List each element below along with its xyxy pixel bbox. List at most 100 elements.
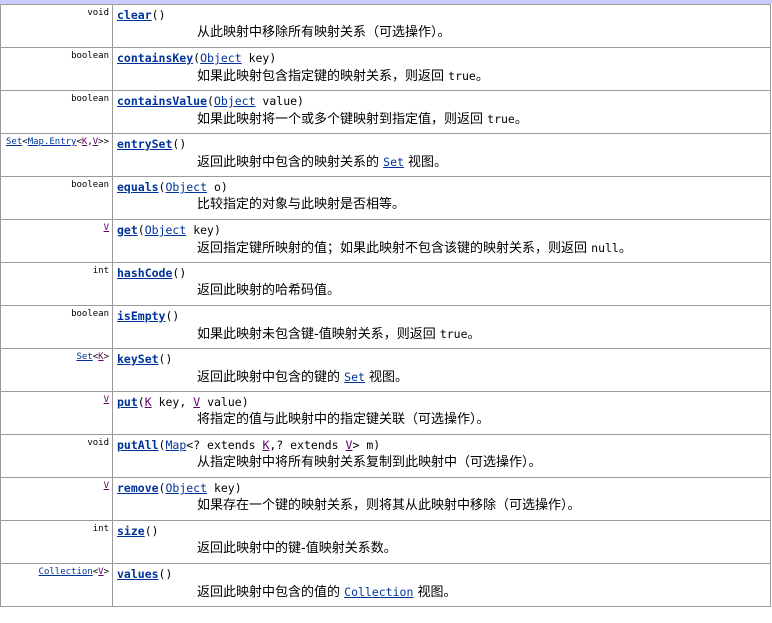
method-detail: keySet() 返回此映射中包含的键的 Set 视图。 <box>112 348 771 392</box>
method-detail: clear() 从此映射中移除所有映射关系（可选操作）。 <box>112 4 771 48</box>
desc-text: 。 <box>618 241 632 256</box>
return-type-param-link[interactable]: V <box>104 481 109 491</box>
method-detail: hashCode() 返回此映射的哈希码值。 <box>112 262 771 306</box>
method-name-link[interactable]: containsValue <box>117 94 207 108</box>
desc-text: 。 <box>514 112 528 127</box>
paren-open: ( <box>144 524 152 538</box>
desc-text: 返回此映射中包含的映射关系的 <box>197 155 384 170</box>
method-description: 比较指定的对象与此映射是否相等。 <box>113 194 770 214</box>
method-name-link[interactable]: clear <box>117 8 152 22</box>
return-type: Set<K> <box>0 348 113 392</box>
paren-close: ) <box>213 223 221 237</box>
desc-code-link[interactable]: Set <box>383 155 404 169</box>
return-type: int <box>0 262 113 306</box>
method-row-remove: Vremove(Object key) 如果存在一个键的映射关系，则将其从此映射中… <box>0 477 771 521</box>
return-type-link[interactable]: Set <box>6 137 22 147</box>
return-text: void <box>87 438 109 448</box>
method-signature: keySet() <box>113 349 770 366</box>
method-signature: values() <box>113 564 770 581</box>
paren-close: ) <box>241 395 249 409</box>
method-detail: entrySet() 返回此映射中包含的映射关系的 Set 视图。 <box>112 133 771 177</box>
method-name-link[interactable]: isEmpty <box>117 309 165 323</box>
method-row-values: Collection<V> values() 返回此映射中包含的值的 Collect… <box>0 563 771 607</box>
return-type: int <box>0 520 113 564</box>
method-detail: remove(Object key) 如果存在一个键的映射关系，则将其从此映射中移… <box>112 477 771 521</box>
return-type: boolean <box>0 90 113 134</box>
return-type-link[interactable]: Map.Entry <box>28 137 77 147</box>
return-type: Collection<V> <box>0 563 113 607</box>
param-type-link[interactable]: Object <box>165 180 207 194</box>
param-text: key, <box>151 395 194 409</box>
method-detail: putAll(Map<? extends K,? extends V> m) 从指… <box>112 434 771 478</box>
desc-text: 返回此映射中的键-值映射关系数。 <box>197 541 397 556</box>
return-type: V <box>0 391 113 435</box>
paren-open: ( <box>151 8 159 22</box>
method-signature: hashCode() <box>113 263 770 280</box>
desc-text: 从此映射中移除所有映射关系（可选操作）。 <box>197 25 451 40</box>
desc-text: 比较指定的对象与此映射是否相等。 <box>197 197 406 212</box>
paren-close: ) <box>158 8 166 22</box>
paren-close: ) <box>151 524 159 538</box>
return-type-link[interactable]: Set <box>76 352 92 362</box>
method-name-link[interactable]: entrySet <box>117 137 172 151</box>
param-text: key <box>186 223 214 237</box>
method-detail: put(K key, V value) 将指定的值与此映射中的指定键关联（可选操作… <box>112 391 771 435</box>
param-type-link[interactable]: Object <box>145 223 187 237</box>
paren-close: ) <box>297 94 304 108</box>
param-text: value <box>200 395 242 409</box>
paren-close: ) <box>220 180 228 194</box>
return-type-param-link[interactable]: V <box>104 395 109 405</box>
desc-code-literal: true <box>448 69 476 83</box>
method-name-link[interactable]: put <box>117 395 138 409</box>
method-row-get: Vget(Object key) 返回指定键所映射的值；如果此映射不包含该键的映射… <box>0 219 771 263</box>
method-signature: size() <box>113 521 770 538</box>
method-name-link[interactable]: values <box>117 567 159 581</box>
paren-open: ( <box>137 223 145 237</box>
method-signature: entrySet() <box>113 134 770 151</box>
paren-close: ) <box>179 137 187 151</box>
method-description: 返回指定键所映射的值；如果此映射不包含该键的映射关系，则返回 null。 <box>113 237 770 258</box>
method-name-link[interactable]: keySet <box>117 352 159 366</box>
method-description: 从指定映射中将所有映射关系复制到此映射中（可选操作）。 <box>113 452 770 472</box>
method-description: 从此映射中移除所有映射关系（可选操作）。 <box>113 22 770 42</box>
method-name-link[interactable]: size <box>117 524 145 538</box>
paren-close: ) <box>373 438 381 452</box>
method-name-link[interactable]: equals <box>117 180 159 194</box>
param-type-link[interactable]: Object <box>200 51 242 65</box>
return-text: int <box>92 524 109 534</box>
method-name-link[interactable]: containsKey <box>117 51 193 65</box>
return-type-param-link[interactable]: V <box>104 223 109 233</box>
method-description: 返回此映射的哈希码值。 <box>113 280 770 300</box>
method-name-link[interactable]: remove <box>117 481 159 495</box>
return-text: void <box>87 8 109 18</box>
method-description: 如果存在一个键的映射关系，则将其从此映射中移除（可选操作）。 <box>113 495 770 515</box>
param-type-link[interactable]: Object <box>214 94 256 108</box>
desc-code-literal: null <box>591 241 619 255</box>
return-text: boolean <box>71 180 109 190</box>
param-type-link[interactable]: Map <box>165 438 186 452</box>
desc-code-link[interactable]: Set <box>344 370 365 384</box>
param-type-link[interactable]: Object <box>165 481 207 495</box>
method-name-link[interactable]: putAll <box>117 438 159 452</box>
return-type-link[interactable]: Collection <box>39 567 93 577</box>
method-detail: values() 返回此映射中包含的值的 Collection 视图。 <box>112 563 771 607</box>
method-name-link[interactable]: hashCode <box>117 266 172 280</box>
method-row-containsValue: boolean containsValue(Object value) 如果此映射将… <box>0 90 771 134</box>
method-detail: equals(Object o) 比较指定的对象与此映射是否相等。 <box>112 176 771 220</box>
method-name-link[interactable]: get <box>117 223 138 237</box>
method-rows: void clear() 从此映射中移除所有映射关系（可选操作）。 boolean co… <box>0 4 771 607</box>
param-type-param-link[interactable]: K <box>145 395 152 409</box>
paren-close: ) <box>179 266 187 280</box>
return-type: boolean <box>0 47 113 91</box>
paren-close: ) <box>172 309 180 323</box>
return-type: void <box>0 434 113 478</box>
desc-code-link[interactable]: Collection <box>344 585 413 599</box>
paren-open: ( <box>137 395 145 409</box>
method-row-hashCode: int hashCode() 返回此映射的哈希码值。 <box>0 262 771 306</box>
paren-close: ) <box>269 51 277 65</box>
method-description: 将指定的值与此映射中的指定键关联（可选操作）。 <box>113 409 770 429</box>
method-signature: put(K key, V value) <box>113 392 770 409</box>
return-type: void <box>0 4 113 48</box>
method-description: 返回此映射中包含的映射关系的 Set 视图。 <box>113 151 770 172</box>
desc-text: 将指定的值与此映射中的指定键关联（可选操作）。 <box>197 412 490 427</box>
